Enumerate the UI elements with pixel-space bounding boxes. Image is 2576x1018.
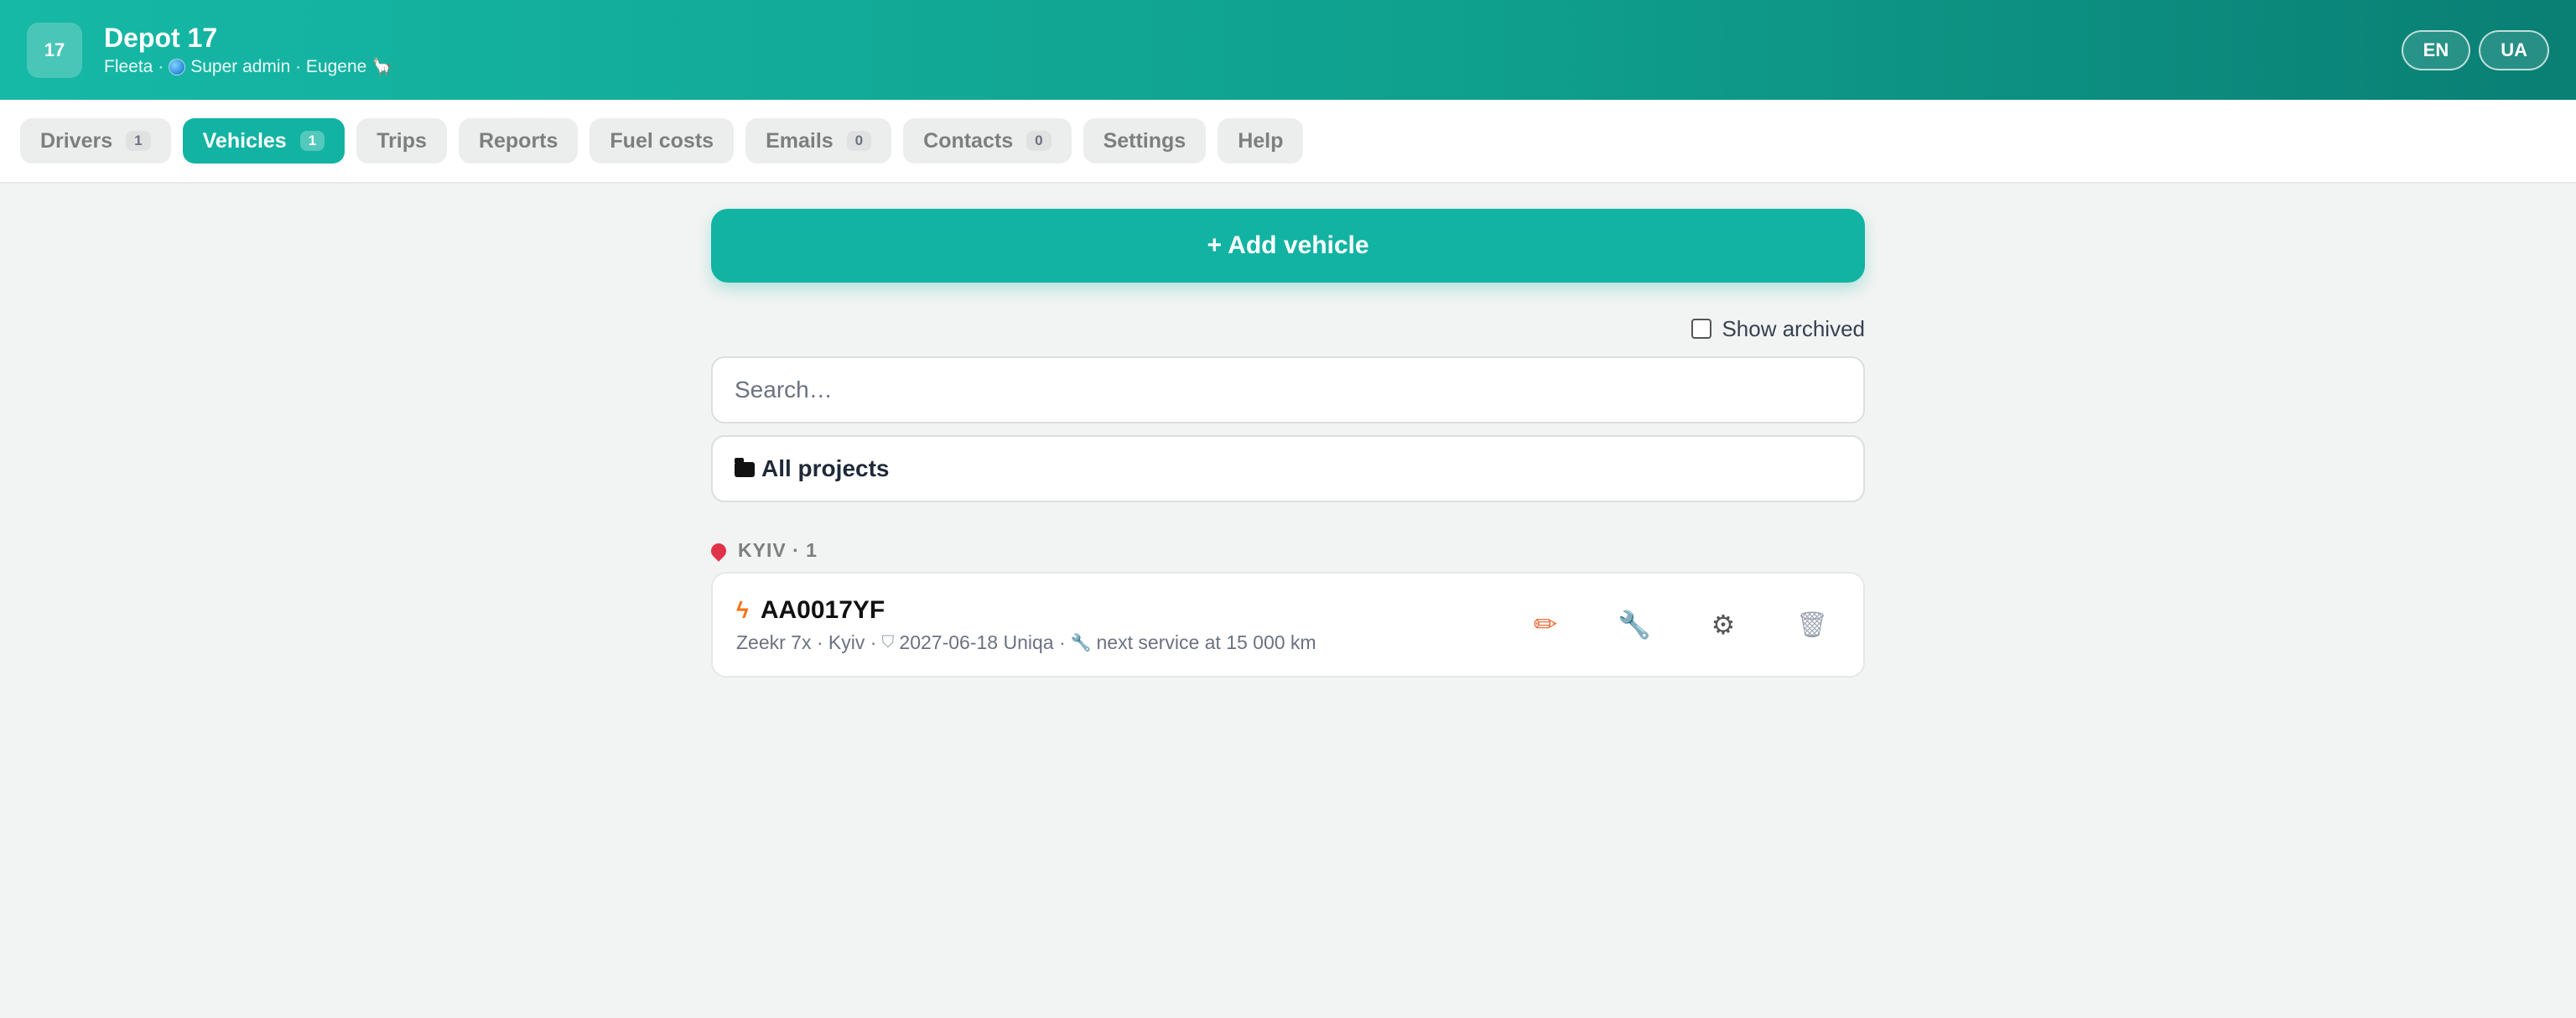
tab-label: Reports	[478, 128, 558, 153]
folder-icon	[735, 458, 755, 477]
tab-label: Trips	[377, 128, 427, 153]
tab-count-badge: 0	[846, 131, 872, 151]
add-vehicle-button[interactable]: + Add vehicle	[711, 209, 1865, 283]
tab-emails[interactable]: Emails 0	[745, 118, 892, 164]
llama-icon: 🦙	[371, 57, 393, 76]
vehicle-plate-row: ϟ AA0017YF	[736, 596, 1317, 625]
pin-icon	[708, 539, 730, 562]
app-name: Fleeta ·	[104, 56, 164, 76]
tab-label: Drivers	[40, 128, 113, 153]
tab-vehicles[interactable]: Vehicles 1	[182, 118, 345, 164]
vehicle-actions: ✏ 🔧 ⚙ 🗑	[1528, 608, 1830, 641]
main-tabs: Drivers 1 Vehicles 1 Trips Reports Fuel …	[0, 100, 2576, 184]
bolt-icon: ϟ	[736, 596, 749, 623]
tab-trips[interactable]: Trips	[356, 118, 447, 164]
tab-label: Settings	[1103, 128, 1187, 153]
group-title: KYIV · 1	[738, 539, 818, 561]
edit-pencil-icon[interactable]: ✏	[1528, 608, 1563, 641]
search-field	[711, 356, 1865, 423]
vehicle-plate: AA0017YF	[760, 595, 886, 624]
vehicles-panel: + Add vehicle Show archived All projects…	[708, 209, 1865, 678]
depot-logo: 17	[27, 22, 82, 78]
tab-settings[interactable]: Settings	[1083, 118, 1207, 164]
tab-help[interactable]: Help	[1218, 118, 1304, 164]
vehicle-meta: Zeekr 7x · Kyiv · ⛉ 2027-06-18 Uniqa · 🔧…	[736, 631, 1317, 654]
project-filter-value: All projects	[761, 455, 890, 481]
lang-ua-button[interactable]: UA	[2479, 29, 2549, 70]
user-role: Super admin · Eugene	[190, 56, 367, 76]
brand-text: Depot 17 Fleeta · Super admin · Eugene 🦙	[104, 22, 392, 79]
tab-count-badge: 0	[1026, 131, 1052, 151]
wrench-icon: 🔧	[1070, 633, 1092, 652]
vehicle-info: ϟ AA0017YF Zeekr 7x · Kyiv · ⛉ 2027-06-1…	[736, 596, 1317, 654]
delete-trash-icon[interactable]: 🗑	[1794, 610, 1830, 640]
language-switch: EN UA	[2401, 29, 2549, 70]
tab-label: Help	[1238, 128, 1284, 153]
vehicle-insurance: 2027-06-18 Uniqa ·	[899, 631, 1066, 653]
tab-reports[interactable]: Reports	[458, 118, 579, 164]
page-title: Depot 17	[104, 22, 218, 53]
tab-count-badge: 1	[299, 131, 325, 151]
vehicle-next-service: next service at 15 000 km	[1096, 631, 1317, 653]
shield-icon: ⛉	[881, 632, 895, 652]
brand: 17 Depot 17 Fleeta · Super admin · Eugen…	[27, 22, 392, 79]
service-wrench-icon[interactable]: 🔧	[1617, 609, 1652, 641]
project-filter-select[interactable]: All projects	[711, 435, 1865, 502]
lang-en-button[interactable]: EN	[2401, 29, 2471, 70]
show-archived-row: Show archived	[711, 316, 1865, 341]
top-header: 17 Depot 17 Fleeta · Super admin · Eugen…	[0, 0, 2576, 100]
tab-fuel-costs[interactable]: Fuel costs	[589, 118, 735, 164]
settings-gear-icon[interactable]: ⚙	[1706, 609, 1741, 641]
tab-label: Emails	[766, 128, 834, 153]
vehicle-card[interactable]: ϟ AA0017YF Zeekr 7x · Kyiv · ⛉ 2027-06-1…	[711, 572, 1865, 678]
tab-count-badge: 1	[126, 131, 151, 151]
tab-label: Contacts	[923, 128, 1014, 153]
show-archived-label[interactable]: Show archived	[1722, 316, 1865, 342]
page-subtitle: Fleeta · Super admin · Eugene 🦙	[104, 55, 392, 79]
group-header: KYIV · 1	[708, 539, 1865, 562]
tab-label: Fuel costs	[610, 128, 714, 153]
globe-icon	[169, 58, 186, 75]
show-archived-checkbox[interactable]	[1691, 319, 1712, 339]
tab-label: Vehicles	[202, 128, 287, 153]
vehicle-model-city: Zeekr 7x · Kyiv ·	[736, 631, 877, 653]
tab-contacts[interactable]: Contacts 0	[903, 118, 1072, 164]
tab-drivers[interactable]: Drivers 1	[20, 118, 171, 164]
search-input[interactable]	[735, 377, 1841, 403]
